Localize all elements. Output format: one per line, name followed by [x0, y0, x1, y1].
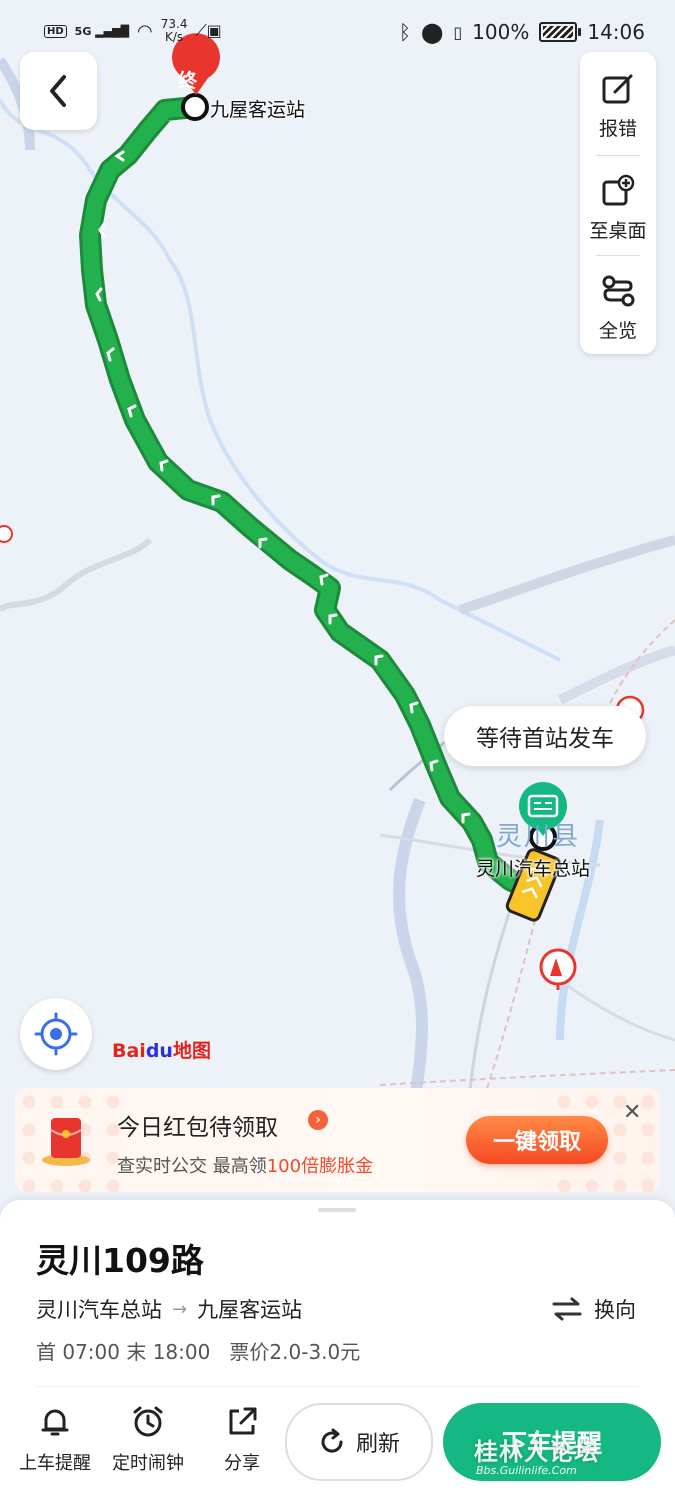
promo-subtitle: 查实时公交 最高领100倍膨胀金 — [117, 1156, 374, 1177]
start-stop-label[interactable]: 灵川汽车总站 — [476, 854, 590, 881]
drag-handle[interactable] — [318, 1208, 356, 1212]
bell-icon — [41, 1409, 69, 1436]
route-overview-icon — [602, 275, 635, 307]
swap-icon — [552, 1297, 582, 1321]
vibrate-icon: ▯ — [453, 22, 463, 42]
red-packet-promo-banner[interactable]: 今日红包待领取 › 查实时公交 最高领100倍膨胀金 一键领取 ✕ — [15, 1088, 660, 1192]
board-alert-label: 上车提醒 — [19, 1453, 91, 1474]
baidu-map-logo: Baidu地图 — [112, 1040, 211, 1062]
hd-badge: HD — [44, 24, 67, 38]
bus-status-bubble: 等待首站发车 — [444, 706, 646, 766]
chevron-right-icon: › — [308, 1110, 328, 1130]
clock: 14:06 — [587, 20, 645, 44]
share-button[interactable]: 分享 — [197, 1405, 287, 1475]
timer-alarm-button[interactable]: 定时闹钟 — [103, 1405, 193, 1475]
forum-watermark: 桂林人论坛 Bbs.Guilinlife.Com — [474, 1438, 599, 1477]
reverse-direction-button[interactable]: 换向 — [552, 1294, 636, 1324]
nfc-icon: ⟋▣ — [195, 21, 222, 40]
red-envelope-icon — [42, 1118, 90, 1166]
location-icon: ⬤ — [420, 20, 444, 44]
refresh-label: 刷新 — [355, 1432, 400, 1457]
map-view[interactable]: 终 九屋客运站 灵川县 灵川汽车总站 等待首站发车 — [0, 0, 675, 1230]
timer-alarm-label: 定时闹钟 — [112, 1453, 184, 1474]
my-location-button[interactable] — [20, 998, 92, 1070]
battery-percent: 100% — [472, 20, 530, 44]
close-icon[interactable]: ✕ — [623, 1100, 641, 1125]
overview-label: 全览 — [598, 320, 637, 342]
bluetooth-icon: ᛒ — [398, 20, 411, 44]
back-button[interactable] — [20, 52, 97, 130]
add-to-desktop-button[interactable]: 至桌面 — [580, 154, 656, 254]
claim-button[interactable]: 一键领取 — [466, 1116, 608, 1164]
arrow-right-icon: → — [172, 1298, 188, 1320]
share-icon — [229, 1407, 257, 1435]
battery-icon — [539, 22, 582, 42]
reverse-label: 换向 — [594, 1298, 636, 1322]
bus-route-line — [82, 99, 538, 898]
refresh-button[interactable]: 刷新 — [285, 1403, 433, 1481]
share-label: 分享 — [224, 1453, 260, 1474]
route-schedule: 首 07:00 末 18:00 票价2.0-3.0元 — [36, 1340, 361, 1364]
network-speed: 73.4 K/s — [160, 17, 188, 44]
construction-poi — [539, 948, 577, 990]
end-marker-label: 终 — [178, 70, 198, 92]
status-bar: HD 5G ▂▄▆█ ◠ 73.4 K/s ⟋▣ ᛒ ⬤ ▯ 100% 14:0… — [0, 0, 675, 64]
origin-stop: 灵川汽车总站 — [36, 1298, 162, 1322]
refresh-icon — [321, 1428, 343, 1453]
board-alert-button[interactable]: 上车提醒 — [10, 1405, 100, 1475]
add-to-desktop-label: 至桌面 — [589, 220, 647, 242]
destination-stop: 九屋客运站 — [197, 1298, 303, 1322]
signal-icon: 5G ▂▄▆█ — [74, 24, 130, 38]
town-label: 灵川县 — [496, 822, 581, 852]
report-error-button[interactable]: 报错 — [580, 52, 656, 152]
alarm-clock-icon — [133, 1406, 163, 1437]
add-desktop-icon — [602, 174, 635, 206]
map-tools-panel: 报错 至桌面 全览 — [580, 52, 656, 354]
locate-icon — [34, 1012, 78, 1056]
end-stop-label[interactable]: 九屋客运站 — [210, 95, 305, 122]
wifi-icon: ◠ — [137, 20, 153, 42]
report-error-label: 报错 — [598, 118, 637, 140]
promo-title: 今日红包待领取 — [117, 1115, 278, 1141]
edit-icon — [602, 74, 633, 104]
chevron-left-icon — [49, 75, 66, 107]
route-name: 灵川109路 — [36, 1241, 204, 1280]
route-stops: 灵川汽车总站 → 九屋客运站 — [36, 1294, 302, 1324]
overview-button[interactable]: 全览 — [580, 254, 656, 354]
map-canvas — [0, 33, 675, 1111]
